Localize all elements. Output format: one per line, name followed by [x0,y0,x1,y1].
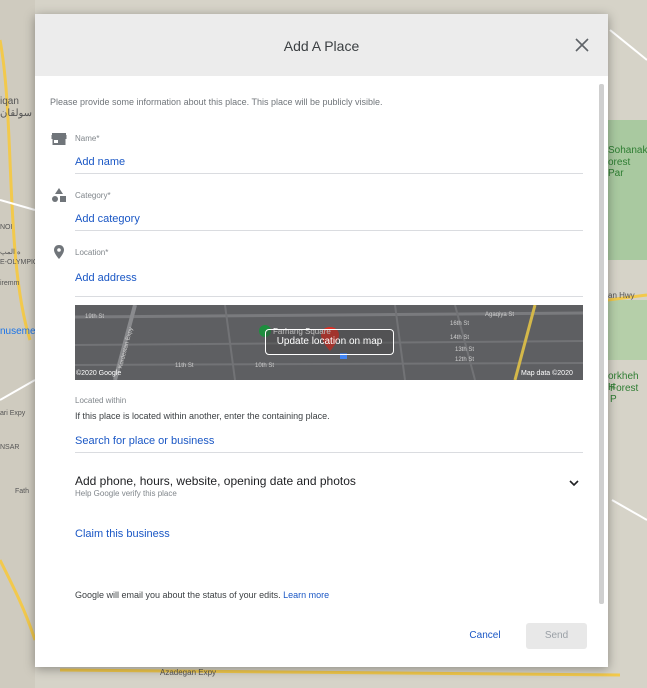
map-label: E-OLYMPIC [0,259,38,266]
category-label: Category* [75,191,111,200]
add-place-dialog: Add A Place Please provide some informat… [35,14,608,667]
location-pin-icon [54,245,64,259]
category-shapes-icon [52,188,66,202]
map-label: سولقان [0,108,33,119]
name-label: Name* [75,134,100,143]
map-label: iremm [0,280,20,287]
map-label: Sohanak [608,145,647,156]
map-street-label: 14th St [450,335,470,341]
close-icon[interactable] [573,36,591,54]
name-underline [75,173,583,174]
category-underline [75,230,583,231]
map-street-label: 19th St [85,314,105,320]
storefront-icon [51,133,67,145]
located-within-underline [75,452,583,453]
map-street-label: 12th St [455,357,475,363]
update-location-button[interactable]: Update location on map [265,329,394,355]
location-label: Location* [75,248,109,257]
add-address-input[interactable]: Add address [75,272,137,284]
cancel-button[interactable]: Cancel [453,623,517,649]
map-street-label: 13th St [455,347,475,353]
send-button[interactable]: Send [526,623,587,649]
map-label: NSAR [0,444,20,451]
more-details-expander[interactable]: Add phone, hours, website, opening date … [75,474,583,504]
add-category-input[interactable]: Add category [75,213,140,225]
map-data-credit: Map data ©2020 [521,370,573,377]
location-underline [75,296,583,297]
claim-business-link[interactable]: Claim this business [75,528,170,540]
map-label: iqan [0,96,19,107]
learn-more-link[interactable]: Learn more [283,590,329,600]
dialog-scrollbar[interactable] [599,84,604,604]
map-label: an Hwy [608,291,635,300]
dialog-title: Add A Place [283,38,360,54]
search-place-input[interactable]: Search for place or business [75,435,214,447]
map-label: Forest P [610,383,639,405]
email-notice: Google will email you about the status o… [75,590,329,600]
dialog-header: Add A Place [35,14,608,76]
map-street-label: Agaqiya St [485,312,515,318]
map-label: NOI [0,224,13,231]
map-street-label: 16th St [450,321,470,327]
map-label: ه المپ [0,249,21,256]
intro-text: Please provide some information about th… [50,97,383,107]
chevron-down-icon [569,480,579,487]
more-details-subtitle: Help Google verify this place [75,489,177,498]
more-details-title: Add phone, hours, website, opening date … [75,474,356,488]
map-street-label: 11th St [175,363,194,369]
map-copyright: ©2020 Google [76,370,122,377]
add-name-input[interactable]: Add name [75,156,125,168]
map-label: orest Par [608,157,631,179]
email-notice-text: Google will email you about the status o… [75,590,281,600]
map-label: Fath [15,488,30,495]
map-label: Azadegan Expy [160,668,217,677]
located-within-label: Located within [75,396,127,405]
located-within-help: If this place is located within another,… [75,411,330,421]
map-street-label: 10th St [255,363,275,369]
map-label: ari Expy [0,410,26,417]
location-minimap[interactable]: 19th St Kordestan Expy Farhang Square Ag… [75,305,583,380]
